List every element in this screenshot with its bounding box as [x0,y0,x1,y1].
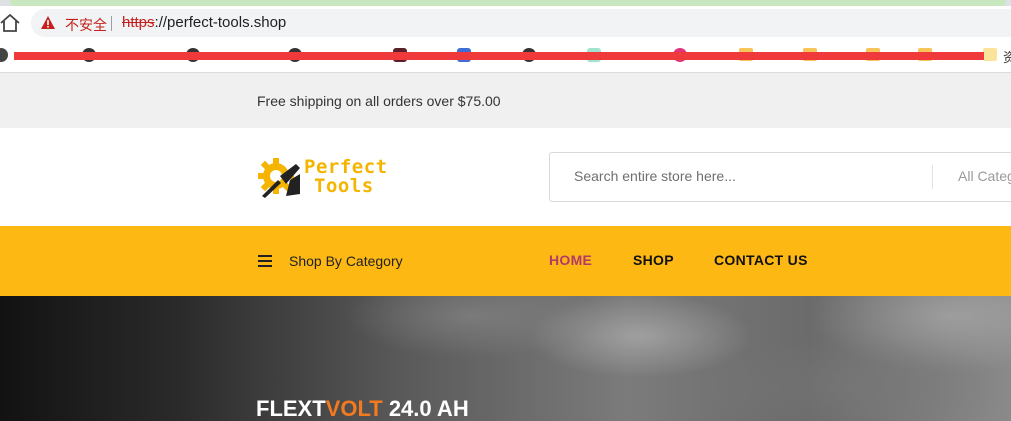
bookmark-favicon-icon[interactable] [0,48,8,62]
nav-link-home[interactable]: HOME [549,252,592,268]
hero-title: FLEXTVOLT 24.0 AH [256,396,469,421]
logo-text-line1: Perfect [304,156,388,178]
hero-title-accent: VOLT [325,396,383,421]
hero-banner[interactable]: FLEXTVOLT 24.0 AH [0,296,1011,421]
logo-text-line2: Tools [314,175,374,197]
browser-toolbar: 不安全 https://perfect-tools.shop [0,6,1011,39]
home-icon[interactable] [0,14,20,32]
insecure-label[interactable]: 不安全 [65,15,107,35]
site-header: Perfect Tools Search entire store here..… [0,128,1011,226]
omnibox-divider [111,16,112,31]
search-divider [932,165,933,189]
search-input[interactable]: Search entire store here... All Categori… [549,152,1011,202]
bookmarks-bar: 资 [0,39,1011,73]
main-navigation: Shop By Category HOME SHOP CONTACT US [0,226,1011,296]
free-shipping-notice: Free shipping on all orders over $75.00 [257,93,501,109]
hamburger-menu-icon [258,255,272,267]
gear-logo-icon [258,158,300,198]
nav-link-contact-us[interactable]: CONTACT US [714,252,808,268]
url-host: ://perfect-tools.shop [154,14,287,31]
shop-by-category-button[interactable]: Shop By Category [258,252,403,270]
warning-icon[interactable] [40,15,56,30]
url-scheme: https [122,14,155,31]
nav-link-shop[interactable]: SHOP [633,252,674,268]
site-logo[interactable]: Perfect Tools [256,154,396,200]
url-text[interactable]: https://perfect-tools.shop [122,14,286,31]
search-placeholder: Search entire store here... [574,168,736,184]
hero-title-part2: 24.0 AH [382,396,469,421]
shop-by-category-label: Shop By Category [289,253,403,269]
hero-title-part1: FLEXT [256,396,326,421]
category-select[interactable]: All Categories [958,168,1011,184]
redaction-bar [14,52,984,60]
bookmark-folder-icon[interactable] [983,48,997,61]
bookmark-label[interactable]: 资 [1003,47,1011,66]
promo-bar: Free shipping on all orders over $75.00 [0,73,1011,128]
address-bar[interactable]: 不安全 https://perfect-tools.shop [31,9,1011,37]
